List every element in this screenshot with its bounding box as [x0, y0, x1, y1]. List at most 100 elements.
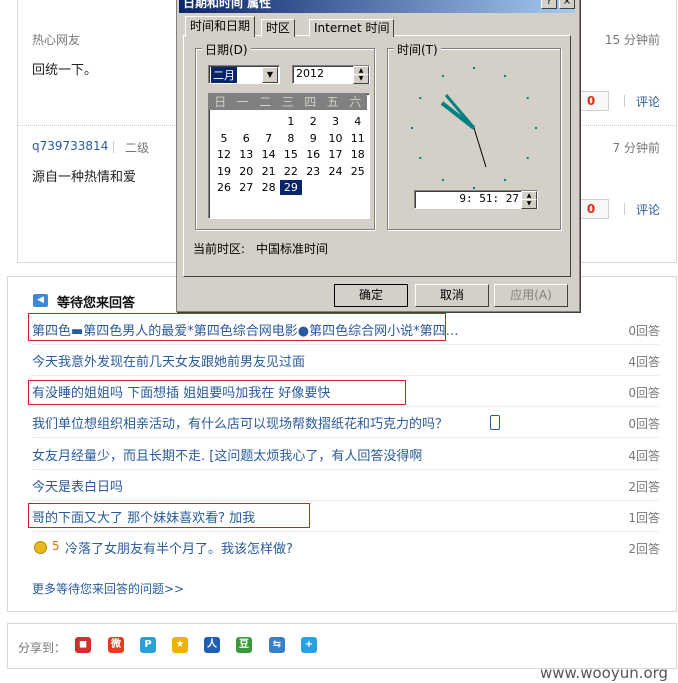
year-spinner[interactable]: 2012 ▲ ▼ — [292, 65, 370, 84]
timezone-value: 中国标准时间 — [256, 242, 329, 256]
help-button[interactable]: ? — [541, 0, 557, 9]
calendar-day[interactable]: 3 — [325, 114, 347, 129]
answer-count: 2回答 — [628, 480, 660, 494]
watermark: www.wooyun.org — [540, 664, 669, 682]
month-value: 二月 — [211, 67, 237, 83]
chevron-down-icon[interactable]: ▼ — [262, 67, 278, 83]
list-item[interactable]: 5 冷落了女朋友有半个月了。我该怎样做? 2回答 — [32, 532, 660, 562]
answer-count: 0回答 — [628, 324, 660, 338]
calendar-day[interactable]: 5 — [213, 131, 235, 146]
calendar-day[interactable]: 13 — [235, 147, 257, 162]
calendar-day[interactable]: 22 — [280, 164, 302, 179]
tab-timezone[interactable]: 时区 — [261, 19, 296, 37]
list-item[interactable]: 今天是表白日吗 2回答 — [32, 470, 660, 501]
answer-time: 15 分钟前 — [604, 33, 660, 47]
share-icon[interactable]: ◼ — [75, 637, 91, 653]
calendar-day[interactable]: 25 — [347, 164, 369, 179]
second-hand — [473, 127, 487, 168]
calendar-day[interactable]: 17 — [325, 147, 347, 162]
weekday: 五 — [326, 95, 339, 109]
comment-link[interactable]: 评论 — [636, 93, 660, 110]
calendar-day[interactable]: 1 — [280, 114, 302, 129]
calendar-day[interactable]: 16 — [302, 147, 324, 162]
date-group: 日期(D) 二月 ▼ 2012 ▲ ▼ 日一二三四五六 1 2 3 4 5 6 7 8 9 10 1… — [195, 41, 375, 230]
weekday: 三 — [281, 95, 294, 109]
question-link[interactable]: 今天我意外发现在前几天女友跟她前男友见过面 — [32, 351, 305, 370]
calendar-day[interactable]: 28 — [258, 180, 280, 195]
calendar[interactable]: 日一二三四五六 1 2 3 4 5 6 7 8 9 10 11 12 13 14 15 16 17 18 19 20 2… — [208, 93, 370, 219]
clock-tick — [419, 157, 422, 159]
question-link[interactable]: 今天是表白日吗 — [32, 476, 123, 495]
answer-count: 1回答 — [628, 511, 660, 525]
spin-down-icon[interactable]: ▼ — [353, 74, 369, 84]
ok-button[interactable]: 确定 — [334, 284, 408, 307]
qzone-icon[interactable]: ★ — [172, 637, 188, 653]
close-button[interactable]: × — [559, 0, 575, 9]
calendar-day[interactable]: 12 — [213, 147, 235, 162]
renren-icon[interactable]: 人 — [204, 637, 220, 653]
calendar-day[interactable]: 7 — [258, 131, 280, 146]
comment-link[interactable]: 评论 — [636, 201, 660, 218]
answer-time: 7 分钟前 — [612, 141, 660, 155]
list-item[interactable]: 女友月经量少，而且长期不走. [这问题太烦我心了，有人回答没得啊 4回答 — [32, 439, 660, 470]
share-label: 分享到： — [18, 641, 67, 655]
datetime-dialog: 日期和时间 属性 ? × 时间和日期 时区 Internet 时间 日期(D) … — [176, 0, 580, 312]
calendar-day[interactable]: 8 — [280, 131, 302, 146]
calendar-day[interactable]: 10 — [325, 131, 347, 146]
calendar-day[interactable]: 23 — [302, 164, 324, 179]
list-item[interactable]: 我们单位想组织相亲活动，有什么店可以现场帮数摺纸花和巧克力的吗？ 0回答 — [32, 407, 660, 438]
answer-count: 0回答 — [628, 386, 660, 400]
answer-user[interactable]: q739733814 — [32, 139, 108, 153]
answer-text: 回统一下。 — [32, 63, 98, 78]
calendar-day[interactable]: 29 — [279, 180, 302, 195]
share-icon[interactable]: P — [140, 637, 156, 653]
month-select[interactable]: 二月 ▼ — [208, 65, 280, 84]
clock-tick — [526, 97, 529, 99]
calendar-day[interactable]: 15 — [280, 147, 302, 162]
apply-button[interactable]: 应用(A) — [494, 284, 568, 307]
question-link[interactable]: 冷落了女朋友有半个月了。我该怎样做? — [65, 538, 293, 557]
question-link[interactable]: 我们单位想组织相亲活动，有什么店可以现场帮数摺纸花和巧克力的吗？ — [32, 413, 448, 432]
clock-tick — [419, 97, 422, 99]
calendar-day[interactable]: 4 — [347, 114, 369, 129]
answer-user[interactable]: 热心网友 — [32, 31, 80, 48]
calendar-day[interactable]: 26 — [213, 180, 235, 195]
calendar-day[interactable]: 21 — [258, 164, 280, 179]
calendar-day[interactable]: 19 — [213, 164, 235, 179]
spin-down-icon[interactable]: ▼ — [521, 199, 537, 209]
list-item[interactable]: 今天我意外发现在前几天女友跟她前男友见过面 4回答 — [32, 345, 660, 376]
share-icon[interactable]: ⇆ — [269, 637, 285, 653]
calendar-day[interactable]: 24 — [325, 164, 347, 179]
calendar-day[interactable]: 6 — [235, 131, 257, 146]
more-share-icon[interactable]: + — [301, 637, 317, 653]
analog-clock — [411, 67, 537, 189]
question-link[interactable]: 女友月经量少，而且长期不走. [这问题太烦我心了，有人回答没得啊 — [32, 445, 422, 464]
calendar-day[interactable]: 9 — [302, 131, 324, 146]
tab-date-time[interactable]: 时间和日期 — [185, 16, 256, 37]
calendar-day[interactable]: 20 — [235, 164, 257, 179]
calendar-day[interactable]: 11 — [347, 131, 369, 146]
user-level: 二级 — [125, 141, 150, 155]
coin-icon — [34, 541, 47, 554]
calendar-day[interactable]: 27 — [235, 180, 257, 195]
weibo-icon[interactable]: 微 — [108, 637, 124, 653]
answer-count: 0回答 — [628, 417, 660, 431]
date-group-label: 日期(D) — [202, 41, 251, 58]
dialog-titlebar[interactable]: 日期和时间 属性 ? × — [179, 0, 575, 13]
calendar-day[interactable]: 14 — [258, 147, 280, 162]
time-spinner[interactable]: 9: 51: 27 ▲ ▼ — [414, 190, 538, 209]
tab-internet-time[interactable]: Internet 时间 — [309, 19, 395, 37]
weekday: 日 — [214, 95, 227, 109]
weekday: 四 — [304, 95, 317, 109]
more-link[interactable]: 更多等待您来回答的问题>> — [32, 580, 184, 597]
highlight-box — [28, 380, 406, 405]
divider — [624, 203, 625, 215]
cancel-button[interactable]: 取消 — [415, 284, 489, 307]
calendar-day[interactable]: 2 — [302, 114, 324, 129]
answer-count: 4回答 — [628, 355, 660, 369]
douban-icon[interactable]: 豆 — [236, 637, 252, 653]
answer-count: 2回答 — [628, 542, 660, 556]
clock-tick — [535, 127, 537, 129]
calendar-day[interactable]: 18 — [347, 147, 369, 162]
highlight-box — [28, 313, 446, 341]
